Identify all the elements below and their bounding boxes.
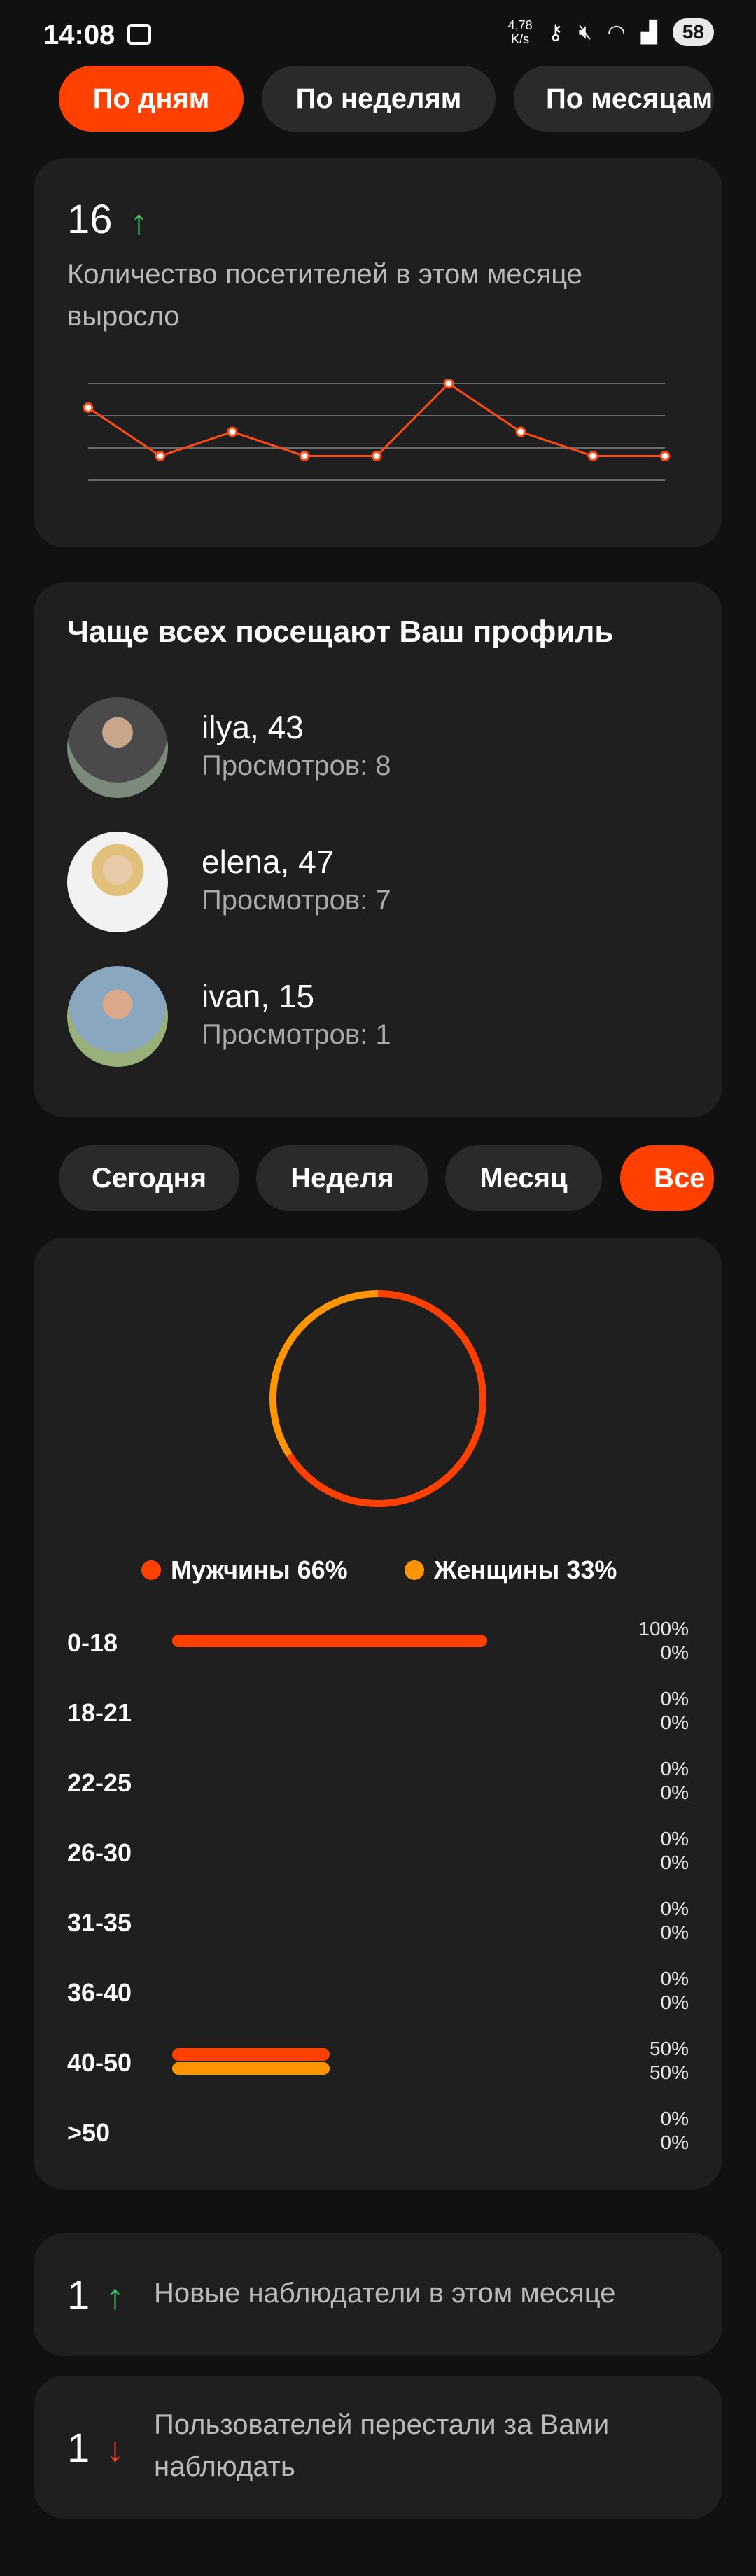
age-label: 26-30 (67, 1838, 132, 1867)
age-label: 36-40 (67, 1978, 132, 2007)
age-label: 18-21 (67, 1698, 132, 1727)
age-label: >50 (67, 2118, 111, 2147)
arrow-up-icon: ↑ (106, 2277, 124, 2316)
data-point (443, 379, 454, 389)
signal-icon: ▟ (640, 20, 657, 44)
visitors-card: 16 ↑ Количество посетителей в этом месяц… (34, 158, 722, 547)
female-bar (172, 2062, 330, 2075)
age-percentages: 0% 0% (661, 1827, 689, 1875)
gender-donut-chart (270, 1290, 486, 1507)
demographics-card: Мужчины 66% Женщины 33% 0-18 100% 0% 18-21 0… (34, 1238, 722, 2190)
key-icon: ⚷ (547, 20, 564, 44)
age-percentages: 0% 0% (661, 1897, 689, 1945)
arrow-down-icon: ↓ (106, 2430, 124, 2469)
lost-followers-text: Пользователей перестали за Вами наблюдат… (154, 2409, 610, 2482)
data-point (515, 426, 526, 438)
data-point (299, 451, 310, 461)
new-followers-card: 1 ↑ Новые наблюдатели в этом месяце (34, 2233, 722, 2356)
tab-by-months[interactable]: По месяцам (514, 66, 714, 132)
avatar (67, 966, 168, 1067)
status-time: 14:08 (43, 20, 115, 50)
data-point (83, 402, 94, 413)
data-point (659, 451, 671, 461)
age-percentages: 0% 0% (661, 1687, 689, 1735)
age-label: 40-50 (67, 2048, 132, 2077)
age-percentages: 0% 0% (661, 1757, 689, 1805)
frequent-visitors-title: Чаще всех посещают Ваш профиль (67, 615, 614, 649)
avatar (67, 832, 168, 932)
age-percentages: 100% 0% (638, 1617, 689, 1665)
female-percent: 0% (660, 1642, 689, 1663)
female-percent: 0% (660, 1991, 689, 2013)
visitor-row[interactable]: ilya, 43 Просмотров: 8 (67, 697, 697, 802)
battery-indicator: 58 (672, 18, 714, 46)
female-percent: 0% (660, 1921, 689, 1943)
tab-today[interactable]: Сегодня (59, 1145, 239, 1211)
network-speed: 4,78 K/s (508, 18, 533, 46)
data-point (227, 426, 238, 438)
age-percentages: 0% 0% (661, 1967, 689, 2015)
series-line (88, 382, 665, 458)
wifi-icon: ◠ (607, 20, 626, 44)
legend-female-label: Женщины 33% (434, 1555, 617, 1584)
data-point (155, 451, 166, 461)
male-percent: 50% (649, 2038, 689, 2059)
frequent-visitors-card: Чаще всех посещают Ваш профиль ilya, 43 … (34, 582, 722, 1117)
tab-by-weeks[interactable]: По неделям (262, 66, 496, 132)
visitors-count: 16 (67, 197, 113, 242)
screenshot-icon (127, 24, 151, 45)
lost-followers-count: 1 (67, 2426, 90, 2471)
age-label: 0-18 (67, 1628, 118, 1657)
legend-dot-female (405, 1560, 424, 1580)
speed-value: 4,78 (507, 18, 533, 32)
male-bar (172, 1634, 487, 1647)
female-percent: 50% (649, 2062, 689, 2083)
female-percent: 0% (660, 2132, 689, 2153)
visitor-name: ivan, 15 (202, 978, 315, 1014)
data-point (587, 451, 598, 461)
visitor-views: Просмотров: 8 (202, 750, 391, 781)
avatar (67, 697, 168, 798)
visitor-row[interactable]: ivan, 15 Просмотров: 1 (67, 966, 697, 1071)
visitor-views: Просмотров: 1 (202, 1019, 391, 1050)
visitor-name: ilya, 43 (202, 709, 304, 746)
legend-male: Мужчины 66% (141, 1555, 348, 1585)
visitor-views: Просмотров: 7 (202, 885, 391, 916)
mute-icon: 🔇︎ (578, 20, 592, 43)
status-icons: 4,78 K/s ⚷ 🔇︎ ◠ ▟ 58 (508, 18, 714, 46)
tab-week[interactable]: Неделя (256, 1145, 428, 1211)
data-point (371, 451, 382, 461)
new-followers-count: 1 (67, 2273, 90, 2318)
tab-all[interactable]: Все (620, 1145, 714, 1211)
age-percentages: 0% 0% (661, 2107, 689, 2155)
male-percent: 100% (638, 1618, 689, 1639)
female-percent: 0% (660, 1782, 689, 1803)
age-label: 22-25 (67, 1768, 132, 1797)
visitor-row[interactable]: elena, 47 Просмотров: 7 (67, 832, 697, 937)
male-percent: 0% (660, 1968, 689, 1989)
age-label: 31-35 (67, 1908, 132, 1937)
male-percent: 0% (660, 2108, 689, 2129)
visitor-name: elena, 47 (202, 844, 335, 880)
male-percent: 0% (660, 1758, 689, 1779)
tab-by-days[interactable]: По дням (59, 66, 244, 132)
visitors-line-chart (83, 379, 671, 481)
visitors-description: Количество посетителей в этом месяце выр… (67, 259, 582, 332)
arrow-up-icon: ↑ (130, 202, 148, 241)
new-followers-text: Новые наблюдатели в этом месяце (154, 2278, 616, 2309)
legend-dot-male (141, 1560, 161, 1580)
male-percent: 0% (660, 1688, 689, 1709)
tab-month[interactable]: Месяц (445, 1145, 602, 1211)
female-percent: 0% (660, 1712, 689, 1733)
female-percent: 0% (660, 1851, 689, 1873)
age-percentages: 50% 50% (650, 2037, 689, 2085)
male-percent: 0% (660, 1898, 689, 1919)
legend-female: Женщины 33% (405, 1555, 617, 1585)
male-percent: 0% (660, 1828, 689, 1849)
lost-followers-card: 1 ↓ Пользователей перестали за Вами набл… (34, 2376, 722, 2519)
legend-male-label: Мужчины 66% (171, 1555, 348, 1584)
male-bar (172, 2048, 330, 2061)
speed-unit: K/s (511, 32, 530, 46)
